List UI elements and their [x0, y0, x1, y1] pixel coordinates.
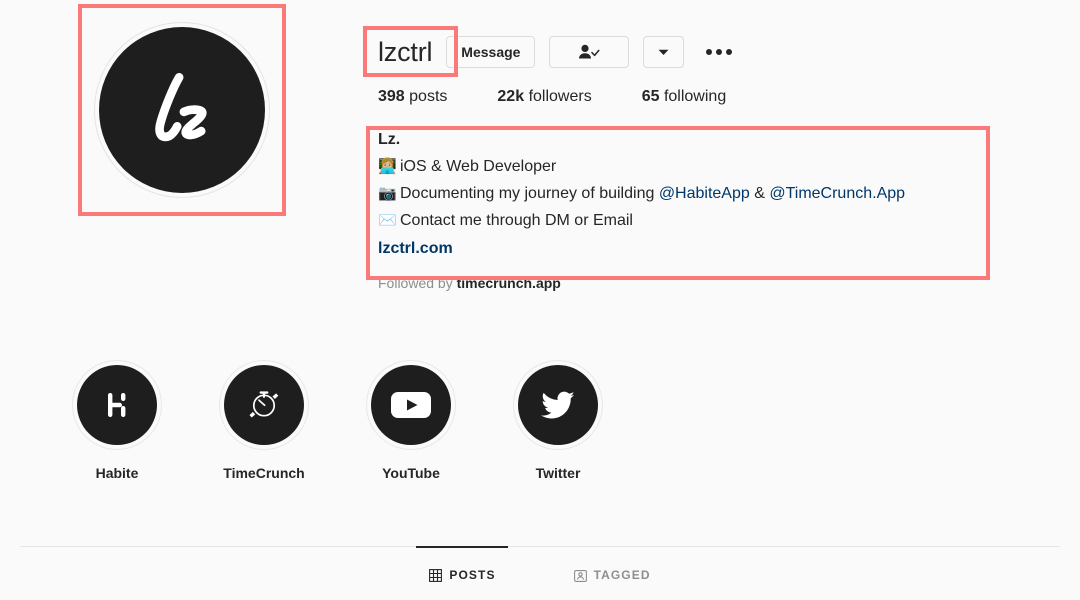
profile-tabs: POSTS TAGGED: [0, 546, 1080, 582]
avatar-image: [99, 27, 265, 193]
highlight-habite[interactable]: Habite: [72, 360, 162, 481]
stat-following-label: following: [663, 88, 727, 105]
stat-posts-label: posts: [409, 88, 448, 105]
highlight-circle: [72, 360, 162, 450]
highlight-twitter[interactable]: Twitter: [513, 360, 603, 481]
chevron-down-icon: [658, 49, 669, 55]
highlight-cover: [77, 365, 157, 445]
mention-timecrunchapp[interactable]: @TimeCrunch.App: [769, 185, 905, 202]
stopwatch-icon: [249, 391, 279, 418]
options-button[interactable]: [706, 49, 733, 55]
followed-by-prefix: Followed by: [378, 275, 453, 291]
stats-row: 398 posts 22k followers 65 following: [378, 78, 1068, 106]
bio-website-link[interactable]: lzctrl.com: [378, 235, 453, 262]
stat-followers-label: followers: [528, 88, 592, 105]
stat-following[interactable]: 65 following: [642, 88, 727, 106]
stat-posts[interactable]: 398 posts: [378, 88, 447, 106]
habite-h-logo-icon: [108, 393, 126, 417]
highlight-label: TimeCrunch: [223, 465, 305, 481]
envelope-icon: ✉️: [378, 212, 397, 229]
tab-tagged[interactable]: TAGGED: [573, 546, 651, 582]
message-button[interactable]: Message: [446, 36, 536, 68]
highlight-label: Habite: [95, 465, 139, 481]
highlight-circle: [513, 360, 603, 450]
followed-by-names[interactable]: timecrunch.app: [457, 275, 561, 291]
highlight-label: YouTube: [382, 465, 440, 481]
stat-followers-value: 22k: [497, 88, 525, 105]
mention-habiteapp[interactable]: @HabiteApp: [659, 185, 750, 202]
tab-posts[interactable]: POSTS: [429, 546, 495, 582]
avatar[interactable]: [94, 22, 270, 198]
instagram-profile-page: lzctrl Message 398 posts 22k followers 6…: [0, 0, 1080, 600]
highlight-cover: [224, 365, 304, 445]
youtube-play-icon: [391, 392, 431, 418]
highlight-circle: [366, 360, 456, 450]
followed-by: Followed by timecrunch.app: [378, 262, 1068, 291]
dropdown-button[interactable]: [643, 36, 685, 68]
highlight-label: Twitter: [535, 465, 581, 481]
bio-display-name: Lz.: [378, 131, 401, 148]
story-highlights: Habite TimeCrunch YouTube Twitter: [72, 360, 603, 481]
following-button[interactable]: [549, 36, 630, 68]
ellipsis-dot: [706, 49, 713, 55]
identity-row: lzctrl Message: [378, 0, 1068, 78]
bio-line-contact-text: Contact me through DM or Email: [400, 212, 633, 229]
highlight-cover: [518, 365, 598, 445]
stat-posts-value: 398: [378, 88, 405, 105]
grid-icon: [429, 568, 443, 582]
highlight-circle: [219, 360, 309, 450]
ellipsis-dot: [716, 49, 723, 55]
bio-line-contact: ✉️ Contact me through DM or Email: [378, 207, 1068, 234]
highlight-timecrunch[interactable]: TimeCrunch: [219, 360, 309, 481]
username: lzctrl: [378, 37, 433, 67]
stat-following-value: 65: [641, 88, 660, 105]
bio-line-developer-text: iOS & Web Developer: [400, 158, 557, 175]
lz-script-logo-icon: [155, 73, 207, 142]
ellipsis-dot: [726, 49, 733, 55]
tab-tagged-label: TAGGED: [593, 568, 651, 582]
bio: Lz. 👩🏼‍💻 iOS & Web Developer 📷 Documenting…: [378, 106, 1068, 262]
camera-icon: 📷: [378, 185, 397, 202]
woman-technologist-icon: 👩🏼‍💻: [378, 158, 397, 175]
tab-posts-label: POSTS: [449, 568, 496, 582]
bio-line-ampersand: &: [749, 185, 770, 202]
highlight-cover: [371, 365, 451, 445]
person-check-icon: [579, 44, 601, 59]
highlight-youtube[interactable]: YouTube: [366, 360, 456, 481]
stat-followers[interactable]: 22k followers: [497, 88, 591, 106]
bio-line-developer: 👩🏼‍💻 iOS & Web Developer: [378, 153, 1068, 180]
twitter-bird-icon: [541, 391, 575, 419]
profile-info: lzctrl Message 398 posts 22k followers 6…: [378, 0, 1068, 291]
bio-line-documenting: 📷 Documenting my journey of building @Hab…: [378, 180, 1068, 207]
bio-line-documenting-text: Documenting my journey of building: [400, 185, 659, 202]
tagged-person-icon: [573, 569, 587, 582]
